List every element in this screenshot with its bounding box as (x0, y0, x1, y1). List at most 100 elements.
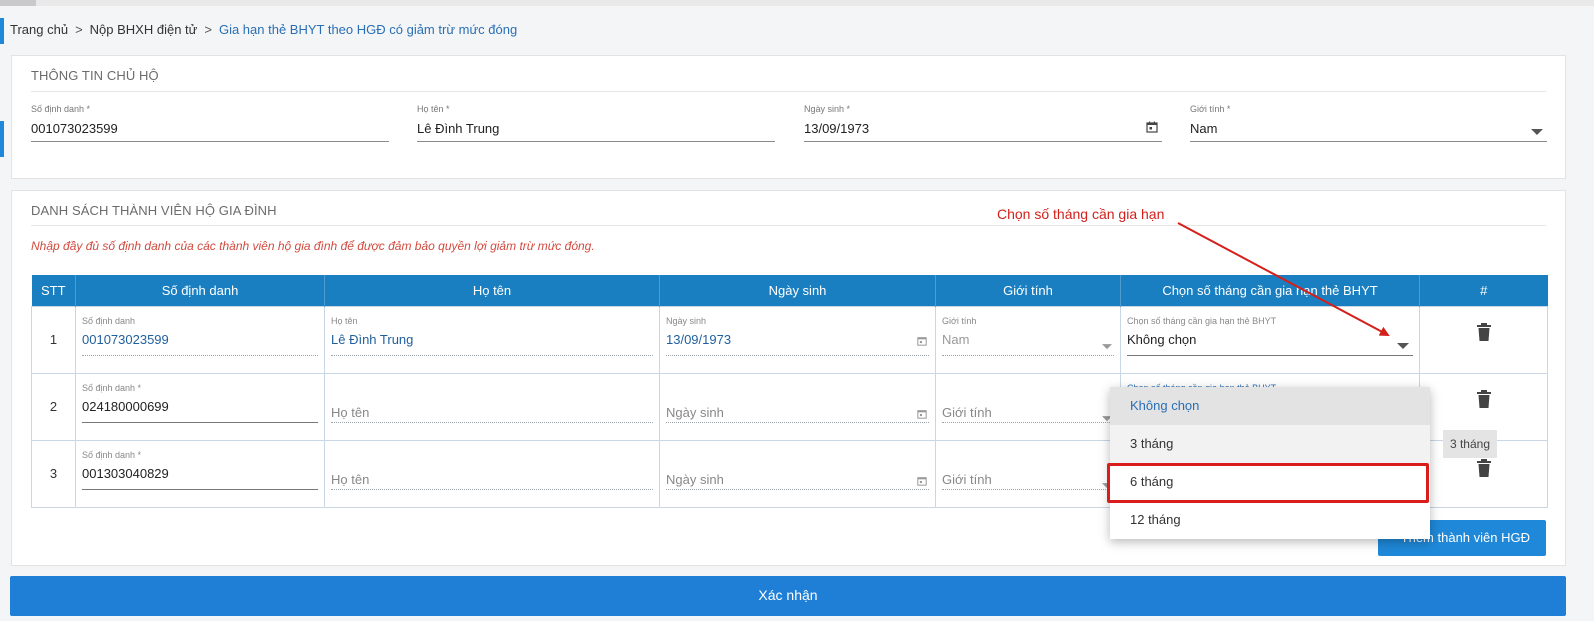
head-id-label: Số định danh * (31, 104, 91, 114)
row-stt: 1 (31, 305, 76, 374)
col-name: Họ tên (324, 275, 660, 306)
underline (942, 421, 1114, 423)
divider (31, 225, 1546, 226)
row-dob-field[interactable]: Ngày sinh (666, 450, 929, 490)
row-id-field[interactable]: Số định danh 001073023599 (82, 316, 318, 356)
col-actions: # (1419, 275, 1548, 306)
row-name-field[interactable]: Họ tên (331, 383, 653, 423)
row-months-select[interactable]: Chọn số tháng cần gia hạn thẻ BHYT Không… (1127, 316, 1413, 356)
cell-dob: Ngày sinh (659, 372, 936, 441)
row-id-value: 024180000699 (82, 398, 169, 414)
breadcrumb-epay[interactable]: Nộp BHXH điện tử (90, 22, 198, 37)
cell-gender: Giới tính (935, 439, 1121, 508)
underline (31, 141, 389, 142)
underline (82, 354, 318, 356)
tooltip: 3 tháng (1443, 430, 1497, 458)
cell-name: Họ tên (324, 372, 660, 441)
row-dob-field[interactable]: Ngày sinh (666, 383, 929, 423)
row-gender-placeholder: Giới tính (942, 471, 992, 487)
calendar-icon[interactable] (917, 334, 927, 349)
head-dob-label: Ngày sinh * (804, 104, 851, 114)
row-id-field[interactable]: Số định danh * 001303040829 (82, 450, 318, 490)
row-name-field[interactable]: Họ tên (331, 450, 653, 490)
underline (1127, 354, 1413, 356)
cell-name: Họ tên Lê Đình Trung (324, 305, 660, 374)
row-name-label: Họ tên (331, 315, 358, 326)
trash-icon[interactable] (1476, 322, 1492, 344)
row-gender-select[interactable]: Giới tính (942, 383, 1114, 423)
row-name-value: Lê Đình Trung (331, 331, 414, 347)
left-accent-secondary (0, 121, 4, 157)
underline (666, 354, 929, 356)
family-members-title: DANH SÁCH THÀNH VIÊN HỘ GIA ĐÌNH (31, 203, 277, 218)
underline (331, 354, 653, 356)
trash-icon[interactable] (1476, 458, 1492, 480)
caret-down-icon (1102, 338, 1112, 353)
underline (942, 354, 1114, 356)
row-id-label: Số định danh * (82, 449, 142, 460)
underline (82, 488, 318, 490)
col-stt: STT (31, 275, 76, 306)
row-dob-placeholder: Ngày sinh (666, 471, 724, 487)
dropdown-option-none[interactable]: Không chọn (1110, 387, 1430, 425)
underline (331, 488, 653, 490)
confirm-button[interactable]: Xác nhận (10, 576, 1566, 616)
household-head-card: THÔNG TIN CHỦ HỘ Số định danh * 00107302… (11, 55, 1566, 179)
row-gender-placeholder: Giới tính (942, 404, 992, 420)
calendar-icon[interactable] (1146, 121, 1158, 136)
cell-name: Họ tên (324, 439, 660, 508)
row-id-label: Số định danh * (82, 382, 142, 393)
row-stt: 3 (31, 439, 76, 508)
row-dob-label: Ngày sinh (666, 315, 707, 326)
dropdown-option-12-months[interactable]: 12 tháng (1110, 501, 1430, 539)
highlight-box (1107, 463, 1429, 503)
head-dob-field[interactable]: Ngày sinh * 13/09/1973 (804, 104, 1162, 144)
breadcrumb: Trang chủ > Nộp BHXH điện tử > Gia hạn thẻ B… (10, 22, 517, 37)
cell-id: Số định danh * 001303040829 (75, 439, 325, 508)
underline (666, 488, 929, 490)
head-gender-label: Giới tính * (1190, 104, 1231, 114)
row-dob-field[interactable]: Ngày sinh 13/09/1973 (666, 316, 929, 356)
row-name-placeholder: Họ tên (331, 404, 370, 420)
breadcrumb-current: Gia hạn thẻ BHYT theo HGĐ có giảm trừ mứ… (218, 22, 518, 37)
dropdown-option-3-months[interactable]: 3 tháng (1110, 425, 1430, 463)
left-accent (0, 18, 4, 44)
row-stt: 2 (31, 372, 76, 441)
row-id-value: 001073023599 (82, 331, 169, 347)
head-name-value: Lê Đình Trung (417, 121, 500, 136)
top-strip-tab (0, 0, 36, 6)
breadcrumb-home[interactable]: Trang chủ (10, 22, 68, 37)
head-gender-select[interactable]: Giới tính * Nam (1190, 104, 1547, 144)
col-dob: Ngày sinh (659, 275, 936, 306)
row-id-field[interactable]: Số định danh * 024180000699 (82, 383, 318, 423)
cell-dob: Ngày sinh 13/09/1973 (659, 305, 936, 374)
breadcrumb-sep: > (204, 22, 212, 37)
underline (82, 421, 318, 423)
calendar-icon[interactable] (917, 474, 927, 489)
row-name-field[interactable]: Họ tên Lê Đình Trung (331, 316, 653, 356)
divider (31, 91, 1546, 92)
breadcrumb-sep: > (75, 22, 83, 37)
row-gender-select[interactable]: Giới tính Nam (942, 316, 1114, 356)
row-id-value: 001303040829 (82, 465, 169, 481)
trash-icon[interactable] (1476, 389, 1492, 411)
cell-gender: Giới tính Nam (935, 305, 1121, 374)
caret-down-icon[interactable] (1397, 338, 1409, 353)
underline (804, 141, 1162, 142)
top-strip (0, 0, 1594, 6)
head-name-label: Họ tên * (417, 104, 450, 114)
row-gender-value: Nam (942, 331, 970, 347)
row-gender-select[interactable]: Giới tính (942, 450, 1114, 490)
row-gender-label: Giới tính (942, 315, 977, 326)
col-months: Chọn số tháng cần gia hạn thẻ BHYT (1120, 275, 1420, 306)
table-row: 1 Số định danh 001073023599 Họ tên Lê Đì… (31, 305, 1548, 374)
row-id-label: Số định danh (82, 315, 136, 326)
underline (666, 421, 929, 423)
calendar-icon[interactable] (917, 407, 927, 422)
cell-actions (1419, 305, 1548, 374)
col-id: Số định danh (75, 275, 325, 306)
annotation-label: Chọn số tháng cần gia hạn (997, 206, 1165, 222)
head-id-field[interactable]: Số định danh * 001073023599 (31, 104, 389, 144)
head-name-field[interactable]: Họ tên * Lê Đình Trung (417, 104, 775, 144)
row-name-placeholder: Họ tên (331, 471, 370, 487)
